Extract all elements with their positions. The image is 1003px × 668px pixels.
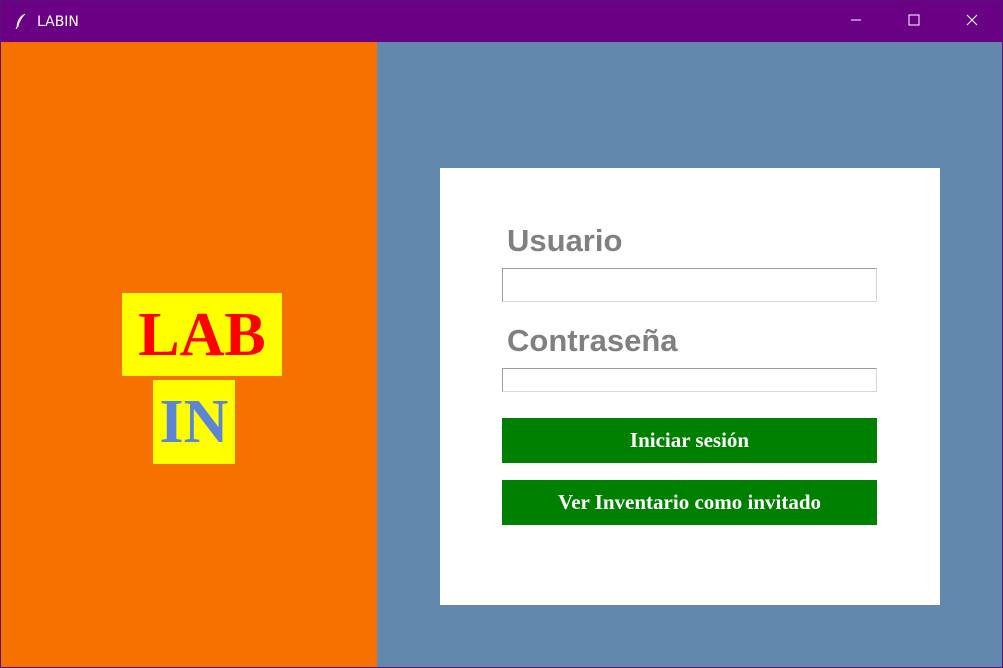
password-input[interactable] <box>502 368 877 392</box>
close-button[interactable] <box>943 1 1001 42</box>
app-window: LABIN LAB IN Usuario Contraseña Iniciar … <box>0 0 1003 668</box>
password-label: Contraseña <box>507 323 678 358</box>
login-panel: Usuario Contraseña Iniciar sesión Ver In… <box>377 42 1002 667</box>
minimize-button[interactable] <box>827 1 885 42</box>
branding-panel: LAB IN <box>1 42 377 667</box>
guest-inventory-button[interactable]: Ver Inventario como invitado <box>502 480 877 525</box>
maximize-icon <box>908 13 920 31</box>
title-bar[interactable]: LABIN <box>1 1 1002 42</box>
login-button[interactable]: Iniciar sesión <box>502 418 877 463</box>
feather-icon <box>14 13 28 30</box>
logo-line-lab: LAB <box>122 293 282 376</box>
minimize-icon <box>850 13 862 31</box>
logo-line-in: IN <box>153 380 235 464</box>
maximize-button[interactable] <box>885 1 943 42</box>
username-label: Usuario <box>507 223 623 258</box>
login-card: Usuario Contraseña Iniciar sesión Ver In… <box>440 168 940 605</box>
close-icon <box>966 13 978 31</box>
window-title: LABIN <box>37 14 79 30</box>
username-input[interactable] <box>502 268 877 302</box>
